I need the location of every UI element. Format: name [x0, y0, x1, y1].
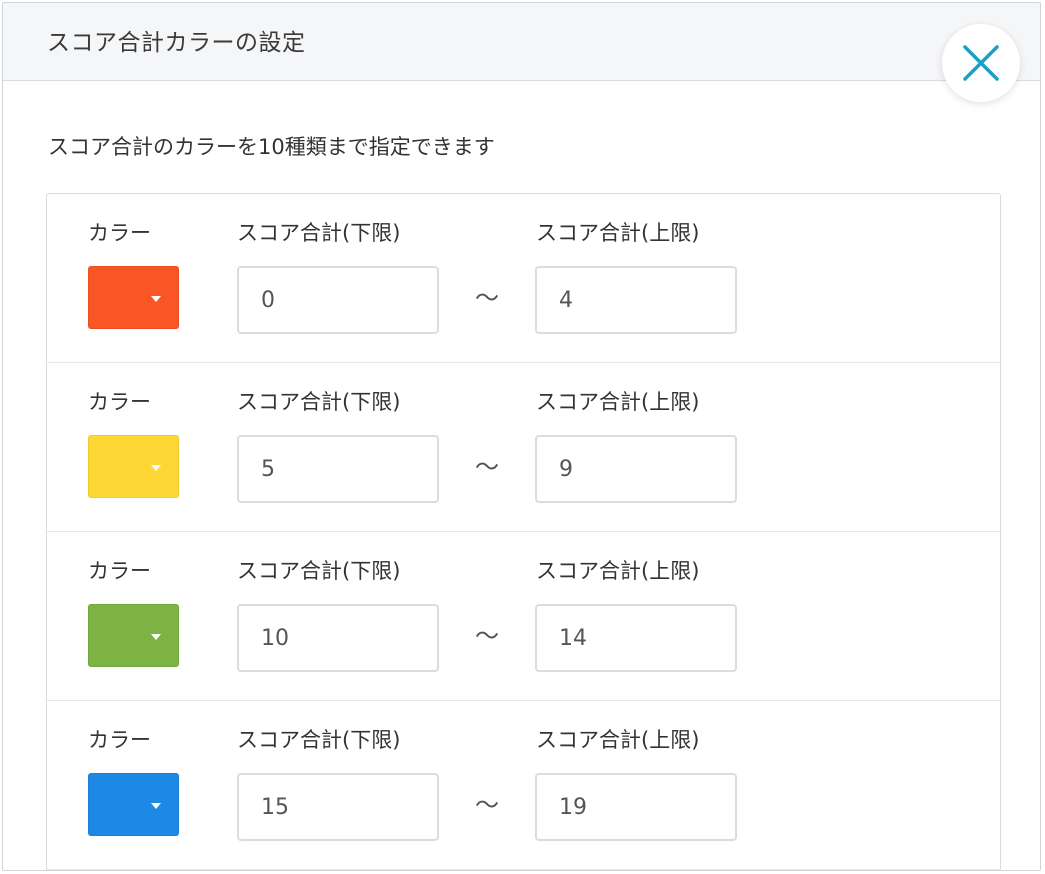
lower-limit-input[interactable]: [237, 266, 439, 334]
lower-limit-input[interactable]: [237, 435, 439, 503]
caret-down-icon: [151, 465, 161, 471]
color-label: カラー: [88, 390, 151, 414]
color-range-row: カラー スコア合計(下限) スコア合計(上限) 〜: [47, 194, 1000, 363]
upper-limit-label: スコア合計(上限): [536, 390, 700, 414]
close-button[interactable]: [942, 24, 1020, 102]
caret-down-icon: [151, 803, 161, 809]
upper-limit-input[interactable]: [535, 266, 737, 334]
color-range-row: カラー スコア合計(下限) スコア合計(上限) 〜: [47, 532, 1000, 701]
range-separator: 〜: [475, 284, 499, 312]
upper-limit-input[interactable]: [535, 604, 737, 672]
lower-limit-input[interactable]: [237, 773, 439, 841]
color-picker-button[interactable]: [88, 773, 179, 836]
color-label: カラー: [88, 559, 151, 583]
color-range-row: カラー スコア合計(下限) スコア合計(上限) 〜: [47, 363, 1000, 532]
modal-title: スコア合計カラーの設定: [47, 30, 306, 56]
upper-limit-label: スコア合計(上限): [536, 221, 700, 245]
modal-header: スコア合計カラーの設定: [3, 3, 1040, 81]
range-separator: 〜: [475, 791, 499, 819]
lower-limit-label: スコア合計(下限): [237, 390, 401, 414]
lower-limit-label: スコア合計(下限): [237, 559, 401, 583]
close-x-icon: [963, 45, 999, 81]
lower-limit-input[interactable]: [237, 604, 439, 672]
upper-limit-input[interactable]: [535, 435, 737, 503]
score-color-settings-modal: スコア合計カラーの設定 スコア合計のカラーを10種類まで指定できます カラー ス…: [2, 2, 1041, 871]
lower-limit-label: スコア合計(下限): [237, 221, 401, 245]
range-separator: 〜: [475, 453, 499, 481]
modal-description: スコア合計のカラーを10種類まで指定できます: [48, 135, 495, 159]
upper-limit-label: スコア合計(上限): [536, 728, 700, 752]
lower-limit-label: スコア合計(下限): [237, 728, 401, 752]
color-label: カラー: [88, 221, 151, 245]
caret-down-icon: [151, 634, 161, 640]
upper-limit-label: スコア合計(上限): [536, 559, 700, 583]
color-range-row: カラー スコア合計(下限) スコア合計(上限) 〜: [47, 701, 1000, 870]
range-separator: 〜: [475, 622, 499, 650]
upper-limit-input[interactable]: [535, 773, 737, 841]
color-picker-button[interactable]: [88, 266, 179, 329]
color-picker-button[interactable]: [88, 604, 179, 667]
color-label: カラー: [88, 728, 151, 752]
color-range-list: カラー スコア合計(下限) スコア合計(上限) 〜 カラー スコア合計(下限) …: [46, 193, 1001, 870]
color-picker-button[interactable]: [88, 435, 179, 498]
caret-down-icon: [151, 296, 161, 302]
